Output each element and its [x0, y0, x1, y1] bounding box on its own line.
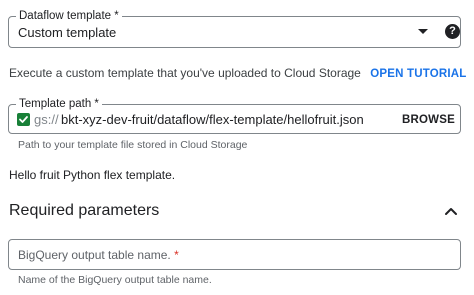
custom-template-description: Execute a custom template that you've up…	[9, 65, 467, 82]
dropdown-arrow-icon[interactable]	[418, 29, 428, 34]
help-icon[interactable]: ?	[445, 24, 460, 39]
bigquery-output-hint: Name of the BigQuery output table name.	[18, 274, 212, 286]
check-icon	[17, 113, 30, 126]
bigquery-output-placeholder: BigQuery output table name. *	[18, 248, 179, 262]
gs-prefix: gs://	[34, 112, 59, 127]
dataflow-template-value: Custom template	[18, 25, 117, 40]
template-path-hint: Path to your template file stored in Clo…	[18, 139, 248, 151]
description-text: Execute a custom template that you've up…	[9, 66, 361, 80]
template-description: Hello fruit Python flex template.	[9, 168, 176, 182]
template-path-input[interactable]: bkt-xyz-dev-fruit/dataflow/flex-template…	[61, 112, 364, 128]
dataflow-template-label: Dataflow template *	[16, 9, 122, 23]
required-asterisk: *	[174, 248, 179, 262]
chevron-up-icon[interactable]	[444, 205, 458, 217]
template-path-label: Template path *	[16, 97, 102, 111]
required-parameters-heading: Required parameters	[9, 202, 160, 219]
open-tutorial-link[interactable]: OPEN TUTORIAL	[370, 68, 466, 80]
bigquery-output-table-input[interactable]: BigQuery output table name. *	[8, 239, 461, 270]
template-path-field[interactable]: Template path * gs:// bkt-xyz-dev-fruit/…	[8, 97, 461, 134]
dataflow-template-select[interactable]: Dataflow template * Custom template ?	[8, 9, 461, 48]
browse-button[interactable]: BROWSE	[402, 112, 455, 128]
